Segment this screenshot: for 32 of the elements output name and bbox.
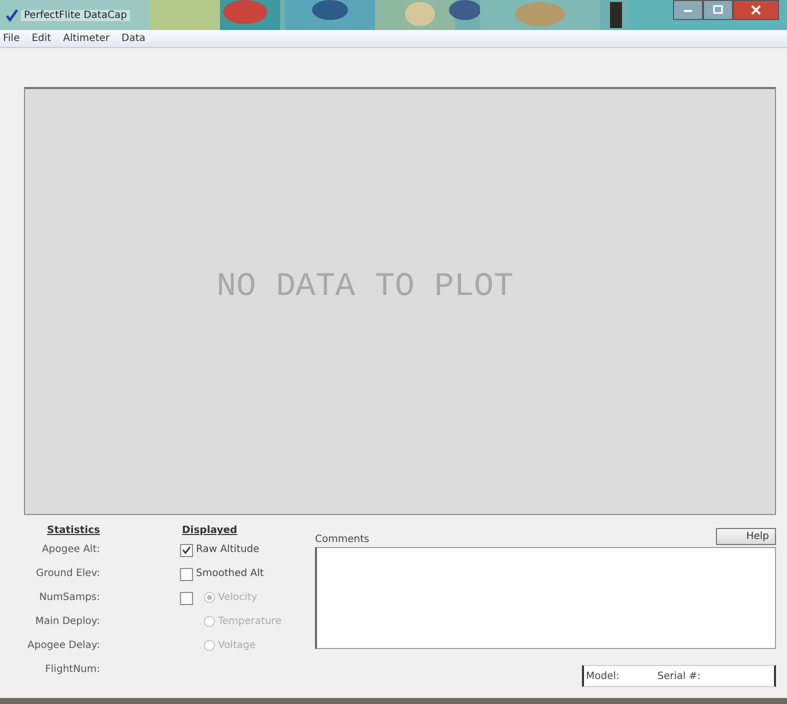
stat-label: Apogee Delay: — [28, 640, 100, 653]
model-label: Model: — [586, 670, 620, 682]
help-button[interactable]: Help — [716, 528, 776, 545]
comments-label: Comments — [315, 534, 370, 545]
checkbox[interactable] — [180, 592, 193, 605]
maximize-button[interactable] — [703, 0, 733, 20]
stat-label: Main Deploy: — [35, 616, 100, 629]
checkbox[interactable] — [180, 568, 193, 581]
checkbox-label: Raw Altitude — [196, 544, 260, 555]
displayed-heading: Displayed — [182, 525, 238, 538]
radio-label: Voltage — [218, 640, 256, 651]
maximize-icon — [712, 4, 724, 16]
stat-label: Apogee Alt: — [42, 544, 100, 557]
menu-item[interactable]: Altimeter — [62, 33, 111, 44]
checkbox[interactable] — [180, 544, 193, 557]
comments-field[interactable] — [315, 547, 776, 649]
window-title: PerfectFlite DataCap — [21, 10, 130, 20]
menu-item[interactable]: Data — [120, 33, 146, 44]
menu-item[interactable]: Edit — [30, 33, 52, 44]
close-icon — [750, 4, 762, 16]
checkbox-label: Smoothed Alt — [196, 568, 264, 579]
serial-label: Serial #: — [657, 670, 701, 682]
radio-label: Velocity — [218, 592, 258, 603]
stat-label: FlightNum: — [45, 664, 100, 677]
close-button[interactable] — [733, 0, 779, 20]
radio-label: Temperature — [218, 616, 282, 627]
checkmark-icon — [6, 8, 18, 22]
stat-label: Ground Elev: — [36, 568, 100, 581]
statistics-heading: Statistics — [47, 525, 100, 538]
menu-item[interactable]: File — [2, 33, 21, 44]
minimize-button[interactable] — [673, 0, 703, 20]
stat-label: NumSamps: — [39, 592, 100, 605]
